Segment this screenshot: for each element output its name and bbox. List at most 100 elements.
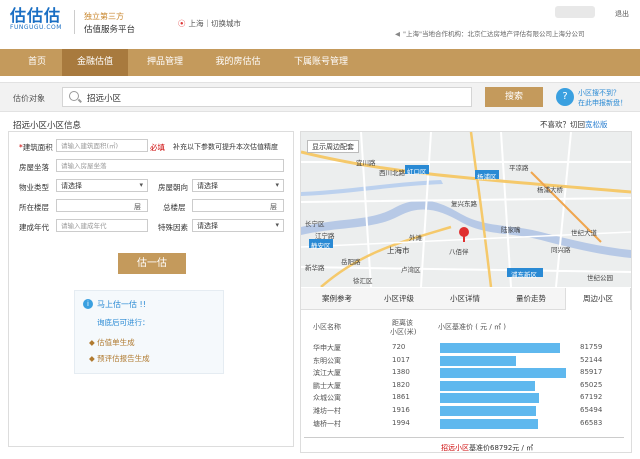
- map-label: 八佰伴: [449, 248, 469, 256]
- partner-notice: ◀ "上海"当地合作机构：北京仁达房地产评估有限公司上海分公司: [395, 28, 584, 38]
- floor-label: 所在楼层: [19, 203, 49, 212]
- area-label: *建筑面积: [19, 143, 53, 152]
- table-row[interactable]: 滨江大厦 1380 85917: [304, 367, 628, 379]
- city-label: 上海｜切换城市: [188, 19, 242, 28]
- row-name: 鹏士大厦: [313, 381, 341, 390]
- row-price: 52144: [580, 355, 603, 364]
- tab-community-details[interactable]: 小区详情: [433, 288, 497, 310]
- tips-item-2: ◆ 预评估报告生成: [89, 354, 150, 363]
- search-input[interactable]: 招远小区: [62, 87, 472, 107]
- community-info-title: 招远小区小区信息: [13, 121, 82, 131]
- map-label: 世纪大道: [571, 229, 597, 237]
- nav-home[interactable]: 首页: [14, 49, 60, 76]
- nav-collateral[interactable]: 押品管理: [132, 49, 198, 76]
- row-distance: 1820: [392, 380, 410, 389]
- table-row[interactable]: 东明公寓 1017 52144: [304, 355, 628, 367]
- nav-my-account[interactable]: 我的房估估: [200, 49, 276, 76]
- row-name: 华申大厦: [313, 344, 341, 352]
- table-row[interactable]: 鹏士大厦 1820 65025: [304, 380, 628, 392]
- logo[interactable]: 估估估 FUNGUGU.COM: [10, 8, 70, 36]
- location-pin-icon: ⦿: [178, 19, 186, 28]
- info-icon: i: [83, 299, 93, 309]
- total-floors-label: 总楼层: [163, 203, 186, 212]
- accuracy-hint: 补充以下参数可提升本次估值精度: [173, 143, 278, 151]
- city-switcher[interactable]: ⦿ 上海｜切换城市: [178, 18, 241, 29]
- nav-financial-valuation[interactable]: 金融估值: [62, 49, 128, 76]
- map-label: 徐汇区: [353, 277, 373, 285]
- search-label: 估价对象: [13, 94, 45, 103]
- property-type-select[interactable]: 请选择: [56, 179, 148, 192]
- row-distance: 1861: [392, 393, 410, 402]
- map-label: 江宁路: [315, 232, 335, 240]
- area-input[interactable]: 请输入建筑面积(㎡): [56, 139, 148, 152]
- map-label: 杨浦区: [477, 173, 497, 181]
- col-price-header: 小区基准价 ( 元 / ㎡ ): [438, 323, 506, 331]
- help-line-1[interactable]: 小区搜不到？: [578, 88, 620, 98]
- tab-community-rating[interactable]: 小区评级: [367, 288, 431, 310]
- build-year-input[interactable]: 请输入建成年代: [56, 219, 148, 232]
- price-bar: [440, 418, 538, 429]
- row-distance: 720: [392, 343, 406, 351]
- price-bar: [440, 368, 566, 379]
- map-view[interactable]: 显示周边配套 宜川路 西川北路 虹口区 平凉路 杨浦区 杨浦大桥 外滩 长宁区 …: [301, 132, 631, 287]
- total-floors-unit: 层: [270, 203, 277, 211]
- row-distance: 1380: [392, 368, 410, 377]
- map-label: 卢湾区: [401, 266, 421, 274]
- estimate-button[interactable]: 估一估: [118, 253, 186, 274]
- not-like-text: 不喜欢？切回: [540, 120, 585, 129]
- row-name: 众城公寓: [313, 394, 341, 403]
- orientation-select[interactable]: 请选择: [192, 179, 284, 192]
- row-price: 65025: [580, 380, 603, 389]
- tips-box: i 马上估一估 !! 询底后可进行： ◆ 估值单生成 ◆ 预评估报告生成: [74, 290, 224, 374]
- special-factors-select[interactable]: 请选择: [192, 219, 284, 232]
- price-bar: [440, 355, 516, 366]
- table-row[interactable]: 潍坊一村 1916 65494: [304, 405, 628, 417]
- row-name: 东明公寓: [313, 356, 341, 365]
- required-label: 必填: [150, 143, 165, 152]
- row-distance: 1994: [392, 418, 410, 427]
- map-label: 外滩: [409, 234, 422, 242]
- logo-text: 估估估: [10, 6, 62, 25]
- tab-case-reference[interactable]: 案例参考: [307, 288, 367, 310]
- tab-nearby-communities[interactable]: 周边小区: [565, 288, 631, 310]
- tab-price-trend[interactable]: 量价走势: [499, 288, 563, 310]
- table-row[interactable]: 众城公寓 1861 67192: [304, 392, 628, 404]
- help-line-2[interactable]: 在此申报新盘！: [578, 98, 627, 108]
- username-blurred: [555, 6, 595, 18]
- nav-sub-accounts[interactable]: 下属账号管理: [280, 49, 362, 76]
- notice-text: "上海"当地合作机构：北京仁达房地产评估有限公司上海分公司: [403, 30, 585, 38]
- row-name: 滨江大厦: [313, 369, 341, 378]
- special-factors-label: 特殊因素: [158, 223, 188, 232]
- classic-version-link[interactable]: 宽松版: [585, 120, 608, 129]
- col-distance-header-2: 小区(米): [390, 328, 417, 336]
- search-button[interactable]: 搜索: [485, 87, 543, 107]
- row-name: 塘桥一村: [313, 419, 341, 428]
- floor-unit: 层: [134, 203, 141, 211]
- tagline-primary: 独立第三方: [84, 12, 124, 21]
- logout-link[interactable]: 退出: [615, 9, 629, 19]
- search-value: 招远小区: [87, 94, 122, 104]
- tips-title: 马上估一估 !!: [97, 300, 146, 309]
- map-label: 静安区: [311, 242, 331, 250]
- row-price: 81759: [580, 343, 603, 351]
- table-row[interactable]: 塘桥一村 1994 66583: [304, 418, 628, 430]
- header-divider: [74, 10, 75, 34]
- map-label: 世纪公园: [587, 274, 613, 282]
- search-icon: [69, 91, 79, 101]
- table-divider: [304, 437, 624, 438]
- address-label: 房屋坐落: [19, 163, 49, 172]
- question-icon[interactable]: ?: [556, 88, 574, 106]
- show-nearby-button[interactable]: 显示周边配套: [307, 140, 359, 153]
- map-label: 复兴东路: [451, 200, 477, 208]
- benchmark-summary: 招远小区基准价68792元 / ㎡: [441, 443, 533, 453]
- map-label: 虹口区: [407, 168, 427, 176]
- table-row[interactable]: 华申大厦 720 81759: [304, 342, 628, 354]
- property-type-label: 物业类型: [19, 183, 49, 192]
- row-price: 85917: [580, 368, 603, 377]
- address-input[interactable]: 请输入房屋坐落: [56, 159, 284, 172]
- map-label: 岳阳路: [341, 258, 361, 266]
- row-price: 67192: [580, 393, 603, 402]
- orientation-label: 房屋朝向: [158, 183, 188, 192]
- map-label: 杨浦大桥: [537, 186, 563, 194]
- map-label: 新华路: [305, 264, 325, 272]
